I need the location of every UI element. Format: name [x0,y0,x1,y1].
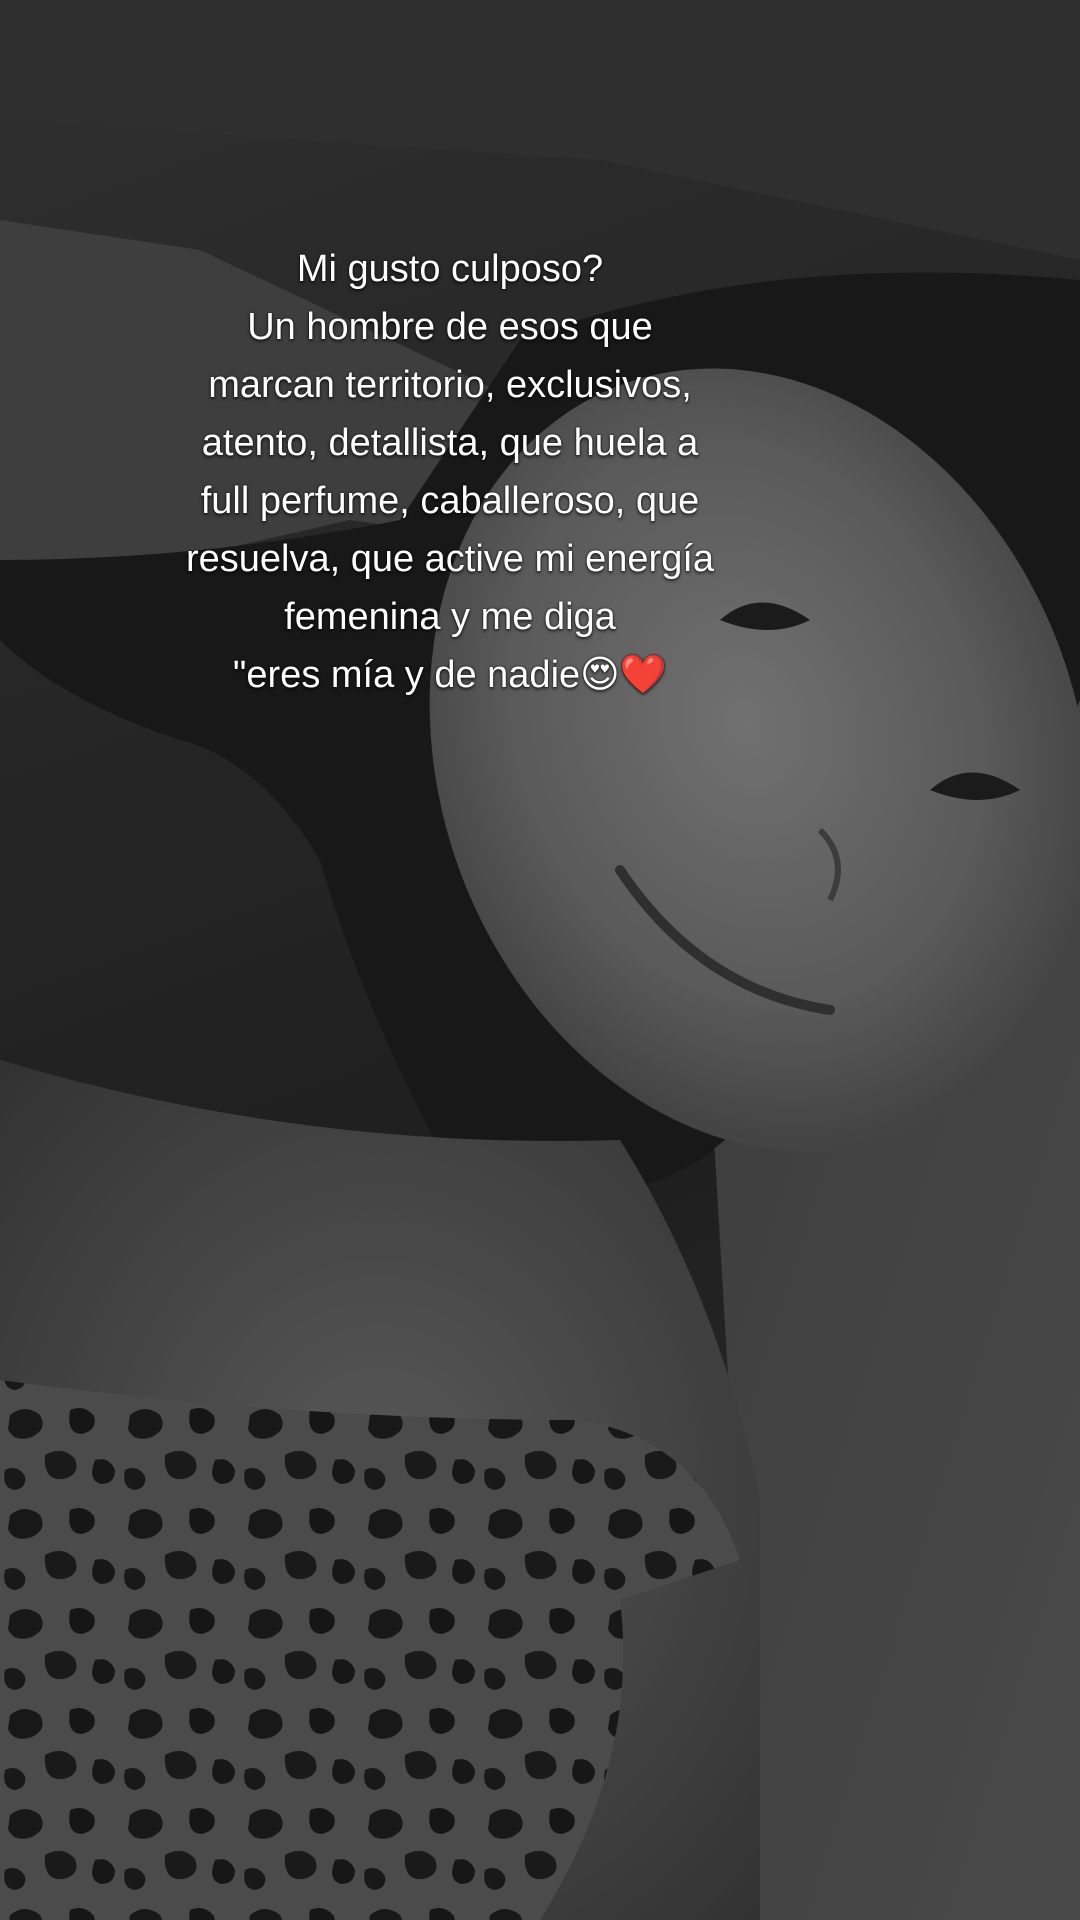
caption-line: atento, detallista, que huela a [201,422,699,464]
story-frame: Mi gusto culposo? Un hombre de esos que … [0,0,1080,1920]
caption-line: "eres mía y de nadie😍❤️ [232,654,668,696]
caption-line: full perfume, caballeroso, que [200,480,700,522]
caption-line: femenina y me diga [284,596,616,638]
caption-line: Un hombre de esos que [247,306,653,348]
caption-line: marcan territorio, exclusivos, [208,364,692,406]
caption-line: Mi gusto culposo? [296,248,604,290]
caption-line: resuelva, que active mi energía [185,538,715,580]
overlay-caption: Mi gusto culposo? Un hombre de esos que … [100,240,800,704]
